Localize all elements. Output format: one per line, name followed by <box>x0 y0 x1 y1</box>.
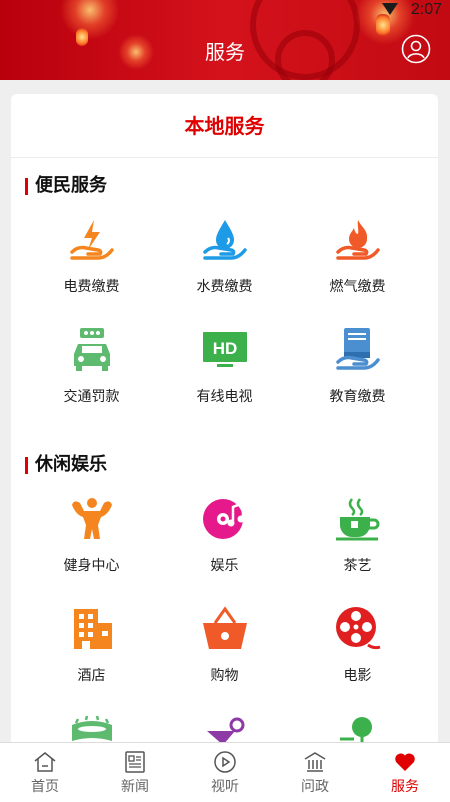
nav-news[interactable]: 新闻 <box>90 743 180 802</box>
wifi-icon <box>382 3 398 15</box>
service-movie[interactable]: 电影 <box>291 591 424 701</box>
service-hotel[interactable]: 酒店 <box>25 591 158 701</box>
service-label: 水费缴费 <box>196 279 253 295</box>
nav-label: 服务 <box>391 779 419 795</box>
service-label: 电费缴费 <box>63 279 120 295</box>
leisure-grid: 健身中心 娱乐 茶艺 酒店 购物 电影 <box>25 481 425 754</box>
bottom-navigation: 首页 新闻 视听 问政 服务 <box>0 742 450 802</box>
service-label: 健身中心 <box>63 558 120 574</box>
local-services-card: 本地服务 便民服务 电费缴费 水费缴费 燃气缴费 交通罚款 HD 有线电视 教育… <box>11 94 438 754</box>
service-label: 购物 <box>210 668 239 684</box>
service-label: 酒店 <box>77 668 106 684</box>
service-traffic-fine[interactable]: 交通罚款 <box>25 312 158 422</box>
government-icon <box>304 752 326 772</box>
nav-label: 新闻 <box>121 779 149 795</box>
service-label: 交通罚款 <box>63 389 120 405</box>
page-title: 服务 <box>205 40 245 64</box>
news-icon <box>125 751 145 773</box>
nav-services[interactable]: 服务 <box>360 743 450 802</box>
service-gas[interactable]: 燃气缴费 <box>291 202 424 312</box>
play-icon <box>214 751 236 773</box>
firework-decoration <box>60 0 120 40</box>
traffic-fine-icon <box>73 328 110 371</box>
home-icon <box>34 752 56 772</box>
status-time: 2:07 <box>410 1 442 18</box>
service-water[interactable]: 水费缴费 <box>158 202 291 312</box>
service-label: 茶艺 <box>343 558 372 574</box>
nav-home[interactable]: 首页 <box>0 743 90 802</box>
hotel-icon <box>73 609 112 649</box>
fitness-icon <box>71 498 112 539</box>
service-label: 燃气缴费 <box>329 279 386 295</box>
tea-cup-icon <box>335 498 379 541</box>
service-label: 娱乐 <box>210 558 239 574</box>
service-tea[interactable]: 茶艺 <box>291 481 424 591</box>
user-profile-icon[interactable] <box>401 34 431 64</box>
service-shopping[interactable]: 购物 <box>158 591 291 701</box>
service-education[interactable]: 教育缴费 <box>291 312 424 422</box>
service-electricity[interactable]: 电费缴费 <box>25 202 158 312</box>
app-header: 2:07 服务 <box>0 0 450 80</box>
nav-governance[interactable]: 问政 <box>270 743 360 802</box>
service-label: 电影 <box>343 668 372 684</box>
music-disc-icon <box>202 499 244 539</box>
convenience-grid: 电费缴费 水费缴费 燃气缴费 交通罚款 HD 有线电视 教育缴费 <box>25 202 425 422</box>
card-title: 本地服务 <box>11 94 438 158</box>
film-reel-icon <box>335 607 380 650</box>
service-cable-tv[interactable]: HD 有线电视 <box>158 312 291 422</box>
nav-label: 问政 <box>301 779 329 795</box>
shopping-basket-icon <box>202 606 247 649</box>
nav-label: 视听 <box>211 779 239 795</box>
service-label: 教育缴费 <box>329 389 386 405</box>
service-entertainment[interactable]: 娱乐 <box>158 481 291 591</box>
section-title-convenience: 便民服务 <box>25 175 107 197</box>
service-label: 有线电视 <box>196 389 253 405</box>
nav-label: 首页 <box>31 779 59 795</box>
cable-tv-icon: HD <box>202 332 247 367</box>
lantern-decoration <box>376 14 390 36</box>
water-bill-icon <box>202 220 247 260</box>
hd-badge: HD <box>212 339 237 358</box>
section-title-leisure: 休闲娱乐 <box>25 454 107 476</box>
education-fee-icon <box>335 328 380 370</box>
electricity-bill-icon <box>69 220 114 260</box>
heart-icon <box>395 753 415 771</box>
nav-media[interactable]: 视听 <box>180 743 270 802</box>
service-fitness[interactable]: 健身中心 <box>25 481 158 591</box>
gas-bill-icon <box>335 220 380 260</box>
